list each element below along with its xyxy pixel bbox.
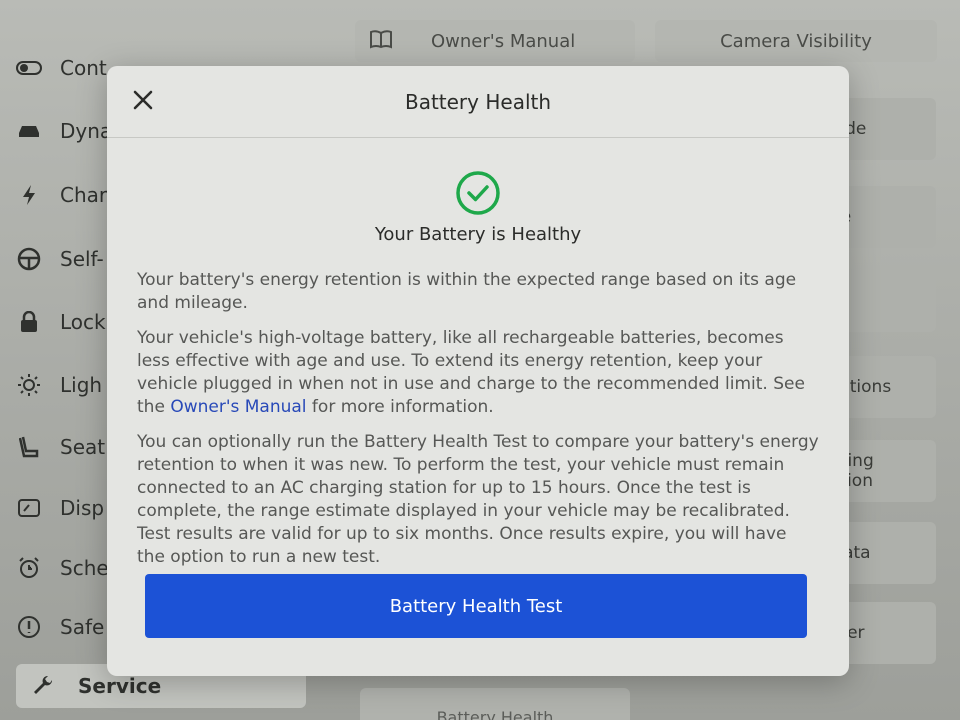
- sidebar-item-label: Sche: [60, 556, 109, 580]
- camera-visibility-label: Camera Visibility: [720, 30, 872, 52]
- info-circle-icon: [14, 615, 44, 639]
- sidebar-item-label: Disp: [60, 496, 105, 520]
- close-icon: [132, 89, 154, 115]
- owners-manual-button[interactable]: Owner's Manual: [355, 20, 635, 62]
- sun-icon: [14, 373, 44, 397]
- owners-manual-label: Owner's Manual: [431, 30, 576, 52]
- alarm-clock-icon: [14, 556, 44, 580]
- battery-info-text-end: for more information.: [306, 397, 494, 417]
- steering-wheel-icon: [14, 247, 44, 271]
- check-circle-icon: [455, 170, 501, 216]
- sidebar-item-label: Cont: [60, 56, 107, 80]
- modal-body: Your battery's energy retention is withi…: [107, 269, 849, 569]
- retention-paragraph: Your battery's energy retention is withi…: [137, 270, 797, 313]
- test-info-paragraph: You can optionally run the Battery Healt…: [137, 432, 819, 567]
- sidebar-item-label: Self-: [60, 247, 104, 271]
- book-icon: [369, 29, 393, 54]
- battery-health-card-label: Battery Health: [436, 708, 554, 720]
- lock-icon: [14, 311, 44, 333]
- camera-visibility-button[interactable]: Camera Visibility: [655, 20, 937, 62]
- modal-header: Battery Health: [107, 66, 849, 138]
- lightning-icon: [14, 184, 44, 206]
- wrench-icon: [28, 675, 58, 697]
- sidebar-item-label: Seat: [60, 435, 106, 459]
- battery-info-paragraph: Your vehicle's high-voltage battery, lik…: [137, 327, 819, 419]
- sidebar-item-label: Lock: [60, 310, 106, 334]
- status-text: Your Battery is Healthy: [374, 224, 582, 245]
- battery-health-modal: Battery Health Your Battery is Healthy Y…: [107, 66, 849, 676]
- battery-health-card[interactable]: Battery Health: [360, 688, 630, 720]
- sidebar-item-label: Safe: [60, 615, 105, 639]
- battery-health-test-button[interactable]: Battery Health Test: [145, 574, 807, 638]
- sidebar-item-label: Char: [60, 183, 108, 207]
- sidebar-item-label: Ligh: [60, 373, 103, 397]
- owners-manual-link[interactable]: Owner's Manual: [170, 397, 306, 417]
- seat-icon: [14, 435, 44, 459]
- display-icon: [14, 498, 44, 518]
- sidebar-item-label: Dyna: [60, 119, 113, 143]
- close-button[interactable]: [127, 86, 159, 118]
- modal-title: Battery Health: [404, 89, 552, 114]
- toggle-icon: [14, 61, 44, 75]
- battery-status: Your Battery is Healthy: [107, 170, 849, 245]
- sidebar-item-label: Service: [78, 674, 162, 698]
- car-icon: [14, 123, 44, 139]
- battery-health-test-label: Battery Health Test: [389, 595, 563, 617]
